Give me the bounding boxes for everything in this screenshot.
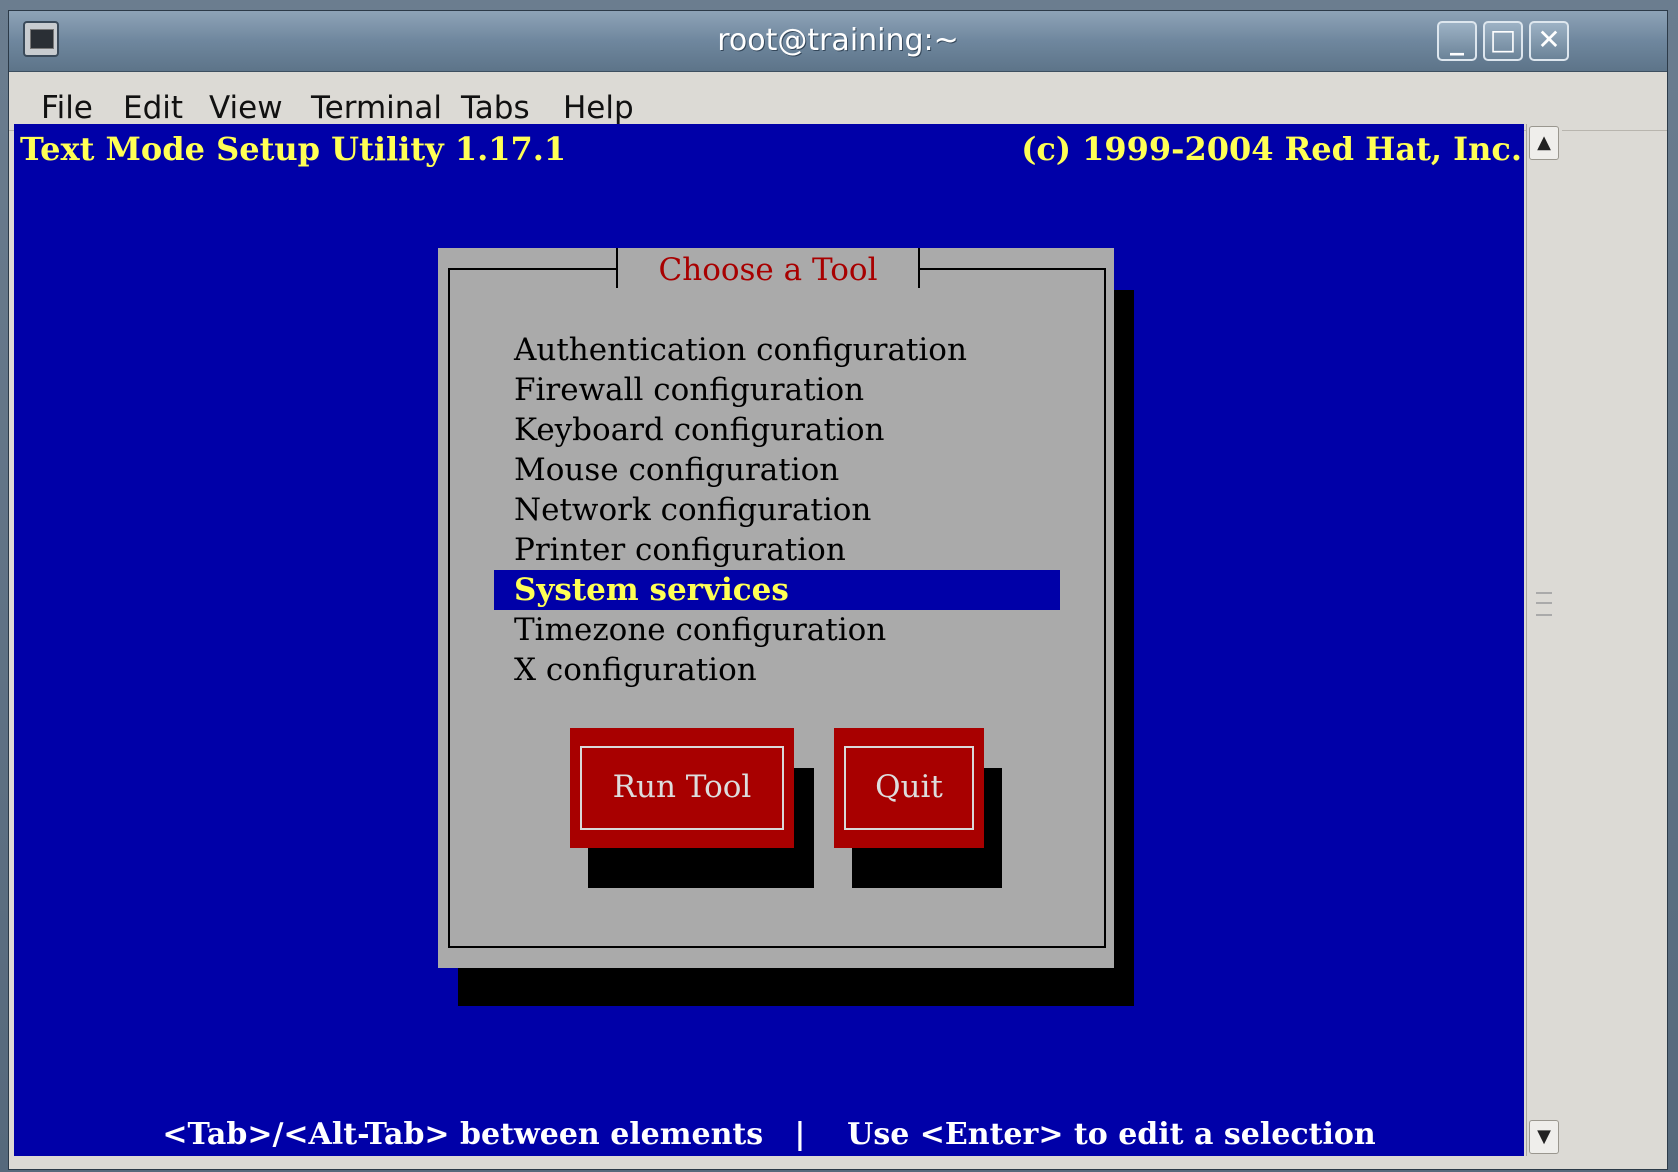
- terminal-screen[interactable]: Text Mode Setup Utility 1.17.1 (c) 1999-…: [14, 124, 1524, 1156]
- menu-view[interactable]: View: [209, 90, 283, 126]
- close-icon: ✕: [1537, 23, 1561, 56]
- minimize-icon: _: [1450, 23, 1464, 56]
- tool-item-keyboard[interactable]: Keyboard configuration: [494, 410, 1060, 450]
- maximize-icon: □: [1489, 23, 1517, 56]
- tool-item-network[interactable]: Network configuration: [494, 490, 1060, 530]
- menu-file[interactable]: File: [41, 90, 93, 126]
- choose-tool-dialog: Choose a Tool Authentication configurati…: [438, 248, 1114, 968]
- terminal-scrollbar[interactable]: ▲ ▼: [1526, 124, 1562, 1156]
- window-title: root@training:~: [717, 23, 959, 58]
- menu-terminal[interactable]: Terminal: [311, 90, 442, 126]
- maximize-button[interactable]: □: [1483, 21, 1523, 61]
- dialog-title-box: Choose a Tool: [616, 248, 920, 288]
- menu-edit[interactable]: Edit: [123, 90, 183, 126]
- close-button[interactable]: ✕: [1529, 21, 1569, 61]
- menu-bar: File Edit View Terminal Tabs Help: [9, 72, 1667, 131]
- tool-item-printer[interactable]: Printer configuration: [494, 530, 1060, 570]
- tool-item-mouse[interactable]: Mouse configuration: [494, 450, 1060, 490]
- keyboard-hint-footer: <Tab>/<Alt-Tab> between elements | Use <…: [162, 1117, 1376, 1152]
- tool-item-system-services[interactable]: System services: [494, 570, 1060, 610]
- run-tool-button-label: Run Tool: [580, 746, 784, 830]
- quit-button-label: Quit: [844, 746, 974, 830]
- scrollbar-grip[interactable]: [1536, 592, 1552, 616]
- dialog-title: Choose a Tool: [658, 252, 878, 288]
- copyright-notice: (c) 1999-2004 Red Hat, Inc.: [1021, 130, 1522, 168]
- tool-item-x[interactable]: X configuration: [494, 650, 1060, 690]
- arrow-down-icon[interactable]: ▼: [1529, 1120, 1559, 1154]
- title-bar[interactable]: root@training:~ _ □ ✕: [9, 11, 1667, 72]
- menu-help[interactable]: Help: [563, 90, 634, 126]
- tool-item-authentication[interactable]: Authentication configuration: [494, 330, 1060, 370]
- tool-item-firewall[interactable]: Firewall configuration: [494, 370, 1060, 410]
- tool-item-timezone[interactable]: Timezone configuration: [494, 610, 1060, 650]
- menu-tabs[interactable]: Tabs: [461, 90, 530, 126]
- arrow-up-icon[interactable]: ▲: [1529, 126, 1559, 160]
- quit-button[interactable]: Quit: [834, 728, 984, 848]
- run-tool-button[interactable]: Run Tool: [570, 728, 794, 848]
- tool-list[interactable]: Authentication configuration Firewall co…: [494, 330, 1060, 690]
- utility-title: Text Mode Setup Utility 1.17.1: [20, 130, 567, 168]
- minimize-button[interactable]: _: [1437, 21, 1477, 61]
